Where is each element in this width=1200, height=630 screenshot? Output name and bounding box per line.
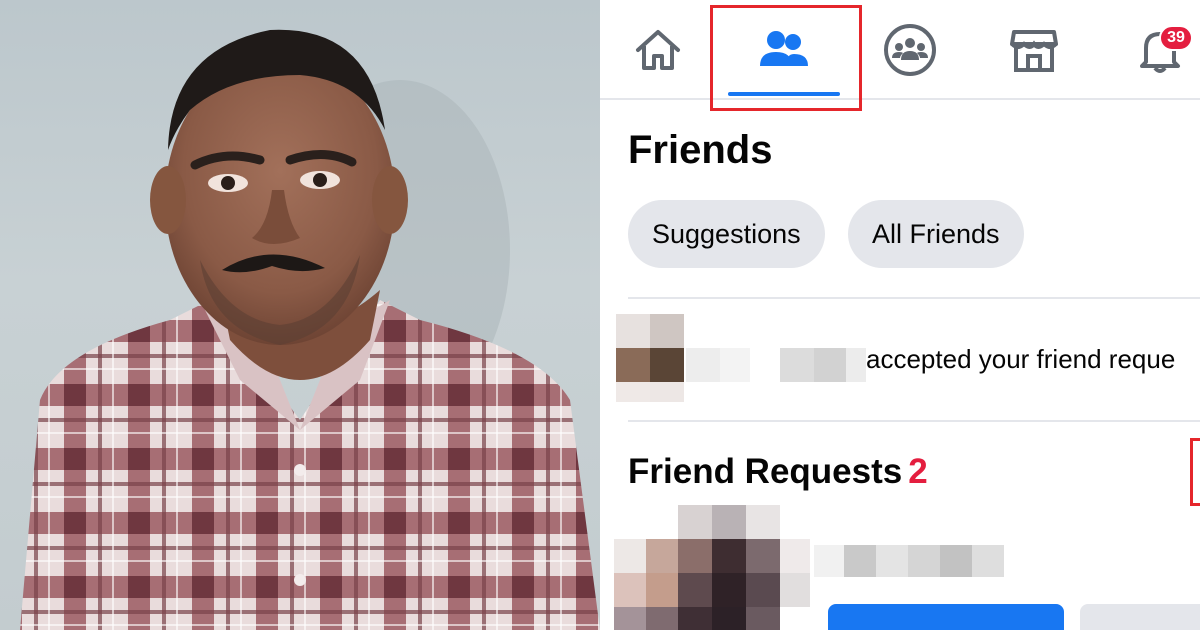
facebook-friends-screen: 39 Friends Suggestions All Friends accep…: [600, 0, 1200, 630]
suggestions-button[interactable]: Suggestions: [628, 200, 825, 268]
all-friends-button[interactable]: All Friends: [848, 200, 1024, 268]
notification-text: accepted your friend reque: [866, 344, 1176, 374]
groups-icon: [884, 24, 936, 76]
confirm-request-button[interactable]: [828, 604, 1064, 630]
notification-badge: 39: [1159, 25, 1193, 51]
highlight-annotation-friends-tab: [710, 5, 862, 111]
home-icon: [636, 30, 680, 70]
tab-home[interactable]: [626, 18, 690, 82]
delete-request-button[interactable]: [1080, 604, 1200, 630]
page-title: Friends: [628, 128, 773, 172]
highlight-annotation-see-all: [1190, 438, 1200, 506]
friend-requests-count: 2: [908, 452, 928, 491]
friend-requests-title: Friend Requests: [628, 452, 903, 491]
marketplace-icon: [1010, 30, 1058, 72]
friend-requests-heading: Friend Requests 2: [628, 452, 928, 492]
tab-marketplace[interactable]: [1002, 18, 1066, 82]
person-photo: [0, 0, 600, 630]
blurred-avatar-and-name: [616, 314, 866, 402]
tab-groups[interactable]: [878, 18, 942, 82]
divider: [628, 297, 1200, 299]
divider: [628, 420, 1200, 422]
person-photo-illustration: [20, 29, 600, 630]
top-nav-bar: 39: [600, 0, 1200, 111]
